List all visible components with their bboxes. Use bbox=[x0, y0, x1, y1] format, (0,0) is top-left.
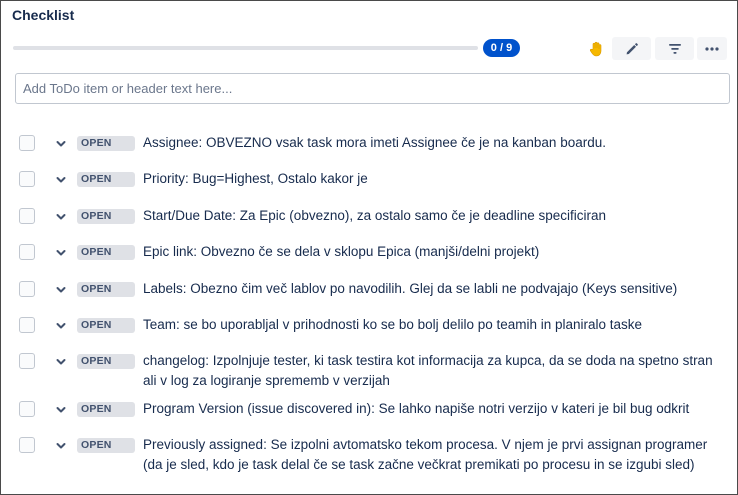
status-badge[interactable]: OPEN bbox=[77, 209, 135, 224]
chevron-down-icon[interactable] bbox=[55, 356, 67, 368]
raised-hand-icon bbox=[589, 41, 602, 56]
item-text: Assignee: OBVEZNO vsak task mora imeti A… bbox=[143, 135, 606, 150]
item-text: Team: se bo uporabljal v prihodnosti ko … bbox=[143, 317, 643, 332]
raised-hand-button[interactable] bbox=[585, 37, 607, 60]
progress-count-badge: 0 / 9 bbox=[483, 39, 520, 57]
chevron-down-icon[interactable] bbox=[55, 247, 67, 259]
status-badge[interactable]: OPEN bbox=[77, 354, 135, 369]
filter-button[interactable] bbox=[655, 37, 694, 60]
chevron-down-icon[interactable] bbox=[55, 174, 67, 186]
item-checkbox[interactable] bbox=[19, 244, 35, 260]
add-todo-input[interactable] bbox=[15, 73, 730, 104]
item-text: changelog: Izpolnjuje tester, ki task te… bbox=[143, 353, 713, 388]
item-checkbox[interactable] bbox=[19, 281, 35, 297]
item-checkbox[interactable] bbox=[19, 317, 35, 333]
item-checkbox[interactable] bbox=[19, 437, 35, 453]
item-checkbox[interactable] bbox=[19, 135, 35, 151]
status-badge[interactable]: OPEN bbox=[77, 318, 135, 333]
chevron-down-icon[interactable] bbox=[55, 440, 67, 452]
status-badge[interactable]: OPEN bbox=[77, 402, 135, 417]
status-badge[interactable]: OPEN bbox=[77, 136, 135, 151]
filter-icon bbox=[668, 43, 681, 54]
edit-button[interactable] bbox=[612, 37, 651, 60]
item-text: Labels: Obezno čim več lablov po navodil… bbox=[143, 281, 678, 296]
chevron-down-icon[interactable] bbox=[55, 138, 67, 150]
checklist-title: Checklist bbox=[12, 7, 75, 23]
chevron-down-icon[interactable] bbox=[55, 404, 67, 416]
more-actions-button[interactable] bbox=[697, 37, 727, 60]
item-text: Previously assigned: Se izpolni avtomats… bbox=[143, 437, 708, 472]
checklist-panel: Checklist 0 / 9 OPEN Assignee bbox=[0, 0, 738, 495]
status-badge[interactable]: OPEN bbox=[77, 245, 135, 260]
status-badge[interactable]: OPEN bbox=[77, 282, 135, 297]
status-badge[interactable]: OPEN bbox=[77, 172, 135, 187]
item-checkbox[interactable] bbox=[19, 171, 35, 187]
progress-bar bbox=[13, 46, 478, 50]
status-badge[interactable]: OPEN bbox=[77, 438, 135, 453]
item-text: Start/Due Date: Za Epic (obvezno), za os… bbox=[143, 208, 606, 223]
item-text: Epic link: Obvezno če se dela v sklopu E… bbox=[143, 244, 540, 259]
more-dots-icon bbox=[705, 46, 719, 51]
chevron-down-icon[interactable] bbox=[55, 211, 67, 223]
item-checkbox[interactable] bbox=[19, 353, 35, 369]
chevron-down-icon[interactable] bbox=[55, 320, 67, 332]
pencil-icon bbox=[626, 42, 638, 54]
chevron-down-icon[interactable] bbox=[55, 284, 67, 296]
item-checkbox[interactable] bbox=[19, 208, 35, 224]
item-checkbox[interactable] bbox=[19, 401, 35, 417]
item-text: Program Version (issue discovered in): S… bbox=[143, 401, 690, 416]
item-text: Priority: Bug=Highest, Ostalo kakor je bbox=[143, 171, 368, 186]
